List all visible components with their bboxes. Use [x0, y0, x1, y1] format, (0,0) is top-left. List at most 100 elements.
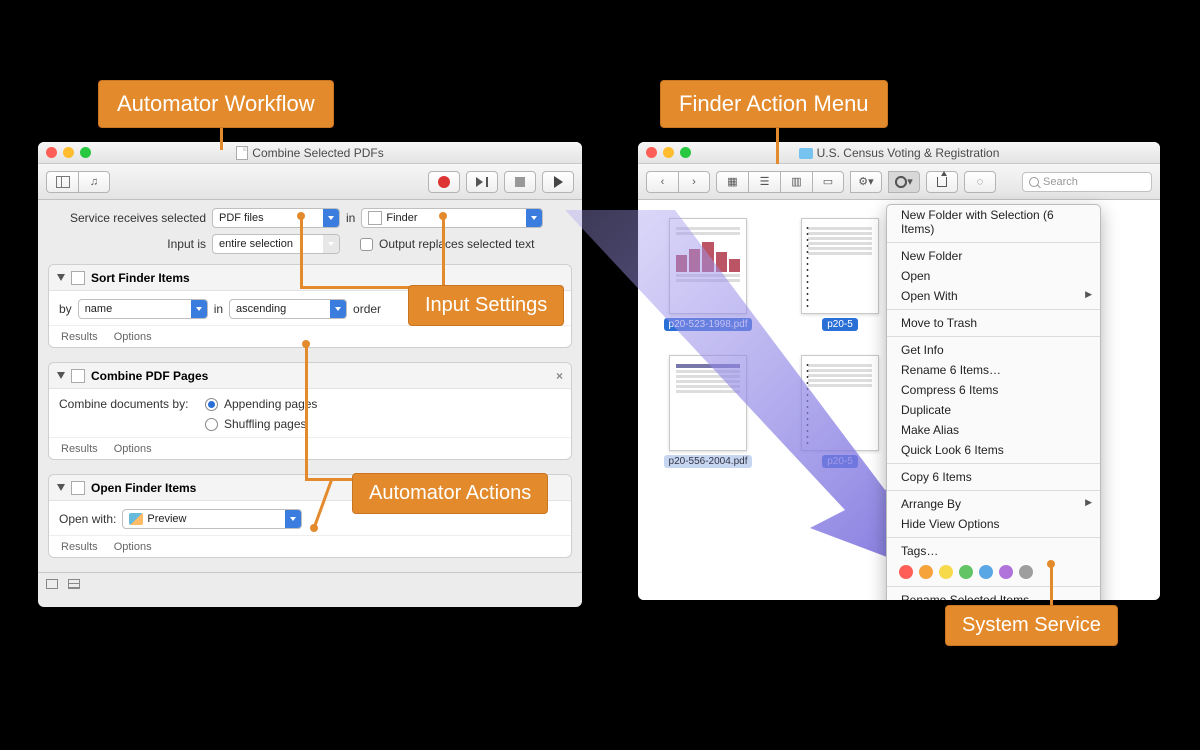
pointer-dot: [302, 340, 310, 348]
window-title: U.S. Census Voting & Registration: [638, 146, 1160, 160]
results-tab[interactable]: Results: [61, 443, 98, 455]
menu-item-arrange-by[interactable]: Arrange By: [887, 494, 1100, 514]
pointer-dot: [310, 524, 318, 532]
input-type-select[interactable]: PDF files: [212, 208, 340, 228]
appending-radio[interactable]: [205, 398, 218, 411]
pointer-dot: [297, 212, 305, 220]
options-tab[interactable]: Options: [114, 541, 152, 553]
input-scope-select[interactable]: entire selection: [212, 234, 340, 254]
tag-green[interactable]: [959, 565, 973, 579]
action-context-menu: New Folder with Selection (6 Items) New …: [886, 204, 1101, 600]
callout-automator-actions: Automator Actions: [352, 473, 548, 514]
back-button[interactable]: ‹: [646, 171, 678, 193]
icon-view-button[interactable]: ▦: [716, 171, 748, 193]
menu-item-get-info[interactable]: Get Info: [887, 340, 1100, 360]
tag-gray[interactable]: [1019, 565, 1033, 579]
step-button[interactable]: [466, 171, 498, 193]
tag-blue[interactable]: [979, 565, 993, 579]
pointer-line: [776, 126, 779, 164]
menu-item-quick-look[interactable]: Quick Look 6 Items: [887, 440, 1100, 460]
finder-icon: [71, 481, 85, 495]
output-replaces-checkbox[interactable]: [360, 238, 373, 251]
pointer-dot: [1047, 560, 1055, 568]
zoom-icon[interactable]: [80, 147, 91, 158]
tag-purple[interactable]: [999, 565, 1013, 579]
pointer-line: [220, 126, 223, 150]
titlebar: Combine Selected PDFs: [38, 142, 582, 164]
library-toggle-button[interactable]: [46, 171, 78, 193]
menu-item-compress[interactable]: Compress 6 Items: [887, 380, 1100, 400]
share-button[interactable]: [926, 171, 958, 193]
minimize-icon[interactable]: [663, 147, 674, 158]
open-with-label: Open with:: [59, 512, 116, 526]
window-title: Combine Selected PDFs: [38, 146, 582, 160]
run-button[interactable]: [542, 171, 574, 193]
action-title: Combine PDF Pages: [91, 369, 208, 383]
menu-item-new-folder-selection[interactable]: New Folder with Selection (6 Items): [887, 205, 1100, 239]
pdf-icon: [71, 369, 85, 383]
column-view-button[interactable]: ▥: [780, 171, 812, 193]
input-app-select[interactable]: Finder: [361, 208, 543, 228]
list-view-button[interactable]: ☰: [748, 171, 780, 193]
gallery-view-button[interactable]: ▭: [812, 171, 844, 193]
tag-color-row: [887, 561, 1100, 583]
tag-orange[interactable]: [919, 565, 933, 579]
tags-button[interactable]: ◌: [964, 171, 996, 193]
log-view-button[interactable]: [46, 579, 58, 589]
menu-item-rename-n[interactable]: Rename 6 Items…: [887, 360, 1100, 380]
callout-system-service: System Service: [945, 605, 1118, 646]
pointer-line: [305, 345, 308, 480]
variables-view-button[interactable]: [68, 579, 80, 589]
menu-item-open-with[interactable]: Open With: [887, 286, 1100, 306]
media-button[interactable]: ♫: [78, 171, 110, 193]
close-icon[interactable]: [46, 147, 57, 158]
zoom-icon[interactable]: [680, 147, 691, 158]
menu-item-move-to-trash[interactable]: Move to Trash: [887, 313, 1100, 333]
pointer-line: [1050, 565, 1053, 607]
menu-item-make-alias[interactable]: Make Alias: [887, 420, 1100, 440]
forward-button[interactable]: ›: [678, 171, 710, 193]
tag-red[interactable]: [899, 565, 913, 579]
sort-by-select[interactable]: name: [78, 299, 208, 319]
menu-item-tags[interactable]: Tags…: [887, 541, 1100, 561]
minimize-icon[interactable]: [63, 147, 74, 158]
disclosure-icon[interactable]: [57, 484, 65, 491]
menu-item-open[interactable]: Open: [887, 266, 1100, 286]
disclosure-icon[interactable]: [57, 372, 65, 379]
record-button[interactable]: [428, 171, 460, 193]
callout-finder-action-menu: Finder Action Menu: [660, 80, 888, 128]
pointer-dot: [439, 212, 447, 220]
automator-window: Combine Selected PDFs ♫ Service receives…: [38, 142, 582, 607]
options-tab[interactable]: Options: [114, 443, 152, 455]
options-tab[interactable]: Options: [114, 331, 152, 343]
results-tab[interactable]: Results: [61, 541, 98, 553]
finder-toolbar: ‹ › ▦ ☰ ▥ ▭ ⚙▾ ▾ ◌ Search: [638, 164, 1160, 200]
pointer-line: [300, 286, 410, 289]
menu-item-rename-selected[interactable]: Rename Selected Items: [887, 590, 1100, 600]
stop-button[interactable]: [504, 171, 536, 193]
appending-label: Appending pages: [224, 397, 317, 411]
menu-item-new-folder[interactable]: New Folder: [887, 246, 1100, 266]
automator-toolbar: ♫: [38, 164, 582, 200]
search-field[interactable]: Search: [1022, 172, 1152, 192]
menu-item-copy[interactable]: Copy 6 Items: [887, 467, 1100, 487]
output-replaces-label: Output replaces selected text: [379, 237, 534, 251]
close-icon[interactable]: [646, 147, 657, 158]
tag-yellow[interactable]: [939, 565, 953, 579]
menu-item-hide-view-options[interactable]: Hide View Options: [887, 514, 1100, 534]
shuffling-radio[interactable]: [205, 418, 218, 431]
menu-item-duplicate[interactable]: Duplicate: [887, 400, 1100, 420]
in-label: in: [346, 211, 355, 225]
in-label: in: [214, 302, 223, 316]
results-tab[interactable]: Results: [61, 331, 98, 343]
combine-label: Combine documents by:: [59, 397, 199, 411]
action-menu-button[interactable]: ▾: [888, 171, 920, 193]
arrange-button[interactable]: ⚙▾: [850, 171, 882, 193]
open-with-select[interactable]: Preview: [122, 509, 302, 529]
disclosure-icon[interactable]: [57, 274, 65, 281]
shuffling-label: Shuffling pages: [224, 417, 307, 431]
input-is-label: Input is: [48, 237, 206, 251]
sort-direction-select[interactable]: ascending: [229, 299, 347, 319]
automator-footer: [38, 572, 582, 594]
callout-input-settings: Input Settings: [408, 285, 564, 326]
